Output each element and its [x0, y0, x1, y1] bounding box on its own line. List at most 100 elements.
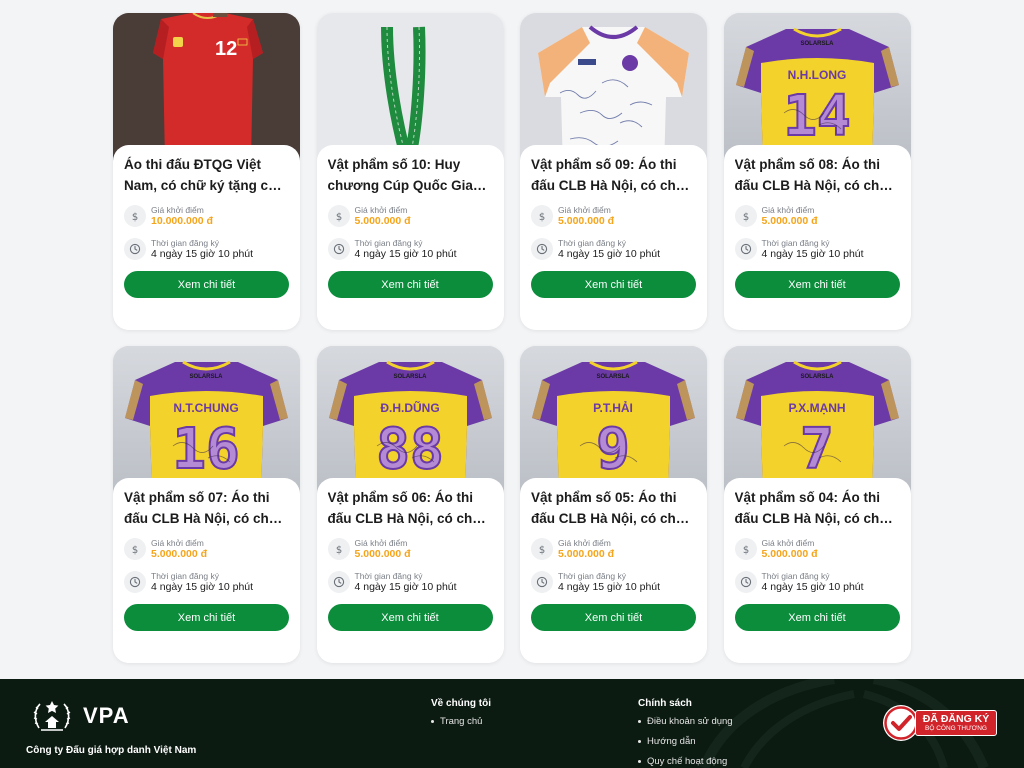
registration-time: 4 ngày 15 giờ 10 phút	[761, 580, 864, 593]
auction-card[interactable]: 12 Áo thi đấu ĐTQG Việt Nam, có chữ ký t…	[113, 13, 300, 330]
clock-icon	[531, 571, 553, 593]
time-label: Thời gian đăng ký	[761, 570, 830, 581]
svg-text:Đ.H.DŨNG: Đ.H.DŨNG	[380, 400, 439, 415]
card-body: Vật phẩm số 05: Áo thi đấu CLB Hà Nội, c…	[520, 478, 707, 663]
time-row: Thời gian đăng ký 4 ngày 15 giờ 10 phút	[124, 570, 289, 594]
dollar-icon: $	[734, 538, 757, 560]
price-row: $ Giá khởi điểm 5.000.000 đ	[531, 537, 696, 561]
clock-icon	[124, 238, 146, 260]
svg-text:$: $	[742, 545, 748, 555]
view-detail-button[interactable]: Xem chi tiết	[124, 604, 289, 631]
dollar-icon: $	[734, 205, 757, 227]
footer-link-regulations[interactable]: Quy chế hoạt động	[638, 756, 733, 768]
item-title[interactable]: Vật phẩm số 10: Huy chương Cúp Quốc Gia …	[328, 155, 493, 196]
starting-price: 5.000.000 đ	[761, 547, 818, 560]
vpa-emblem-icon	[33, 701, 71, 731]
card-body: Vật phẩm số 07: Áo thi đấu CLB Hà Nội, c…	[113, 478, 300, 663]
view-detail-button[interactable]: Xem chi tiết	[734, 271, 900, 298]
starting-price: 10.000.000 đ	[151, 214, 213, 227]
auction-card[interactable]: SOLARSLA Đ.H.DŨNG 88 Vật phẩm số 06: Áo …	[316, 346, 504, 663]
auction-card[interactable]: Vật phẩm số 10: Huy chương Cúp Quốc Gia …	[316, 13, 504, 330]
time-label: Thời gian đăng ký	[558, 237, 626, 248]
item-title[interactable]: Vật phẩm số 07: Áo thi đấu CLB Hà Nội, c…	[124, 488, 289, 529]
registration-time: 4 ngày 15 giờ 10 phút	[761, 247, 864, 260]
view-detail-button[interactable]: Xem chi tiết	[124, 271, 289, 298]
svg-text:SOLARSLA: SOLARSLA	[190, 374, 224, 380]
item-title[interactable]: Vật phẩm số 05: Áo thi đấu CLB Hà Nội, c…	[531, 488, 696, 529]
auction-card[interactable]: SOLARSLA N.T.CHUNG 16 Vật phẩm số 07: Áo…	[113, 346, 300, 663]
svg-text:SOLARSLA: SOLARSLA	[393, 374, 427, 380]
svg-text:$: $	[539, 212, 545, 222]
footer-link-home[interactable]: Trang chủ	[431, 716, 491, 730]
policy-column: Chính sách Điều khoản sử dụng Hướng dẫn …	[638, 698, 733, 768]
time-row: Thời gian đăng ký 4 ngày 15 giờ 10 phút	[327, 237, 493, 261]
registration-time: 4 ngày 15 giờ 10 phút	[354, 580, 457, 593]
svg-text:$: $	[335, 545, 341, 555]
view-detail-button[interactable]: Xem chi tiết	[531, 604, 696, 631]
svg-text:P.T.HẢI: P.T.HẢI	[593, 400, 633, 415]
footer-link-guide[interactable]: Hướng dẫn	[638, 736, 733, 750]
auction-card[interactable]: SOLARSLA N.H.LONG 14 Vật phẩm số 08: Áo …	[723, 13, 911, 330]
svg-text:SOLARSLA: SOLARSLA	[597, 374, 631, 380]
view-detail-button[interactable]: Xem chi tiết	[734, 604, 900, 631]
svg-text:12: 12	[215, 38, 237, 60]
time-row: Thời gian đăng ký 4 ngày 15 giờ 10 phút	[734, 237, 900, 261]
price-row: $ Giá khởi điểm 5.000.000 đ	[734, 537, 900, 561]
item-title[interactable]: Vật phẩm số 08: Áo thi đấu CLB Hà Nội, c…	[735, 155, 900, 196]
starting-price: 5.000.000 đ	[558, 547, 615, 560]
clock-icon	[327, 571, 350, 593]
price-label: Giá khởi điểm	[354, 537, 408, 548]
company-name: Công ty Đấu giá hợp danh Việt Nam	[26, 745, 197, 756]
logo-text: VPA	[83, 703, 130, 728]
registration-time: 4 ngày 15 giờ 10 phút	[354, 247, 457, 260]
view-detail-button[interactable]: Xem chi tiết	[531, 271, 696, 298]
auction-card[interactable]: Vật phẩm số 09: Áo thi đấu CLB Hà Nội, c…	[520, 13, 707, 330]
time-label: Thời gian đăng ký	[354, 570, 423, 581]
registered-badge[interactable]: ĐÃ ĐĂNG KÝ BỘ CÔNG THƯƠNG	[881, 703, 997, 743]
footer-link-terms[interactable]: Điều khoản sử dụng	[638, 716, 733, 730]
registration-time: 4 ngày 15 giờ 10 phút	[558, 580, 661, 593]
time-label: Thời gian đăng ký	[151, 570, 219, 581]
badge-subtitle: BỘ CÔNG THƯƠNG	[925, 725, 987, 732]
view-detail-button[interactable]: Xem chi tiết	[327, 604, 493, 631]
dollar-icon: $	[327, 205, 350, 227]
view-detail-button[interactable]: Xem chi tiết	[327, 271, 493, 298]
price-label: Giá khởi điểm	[151, 537, 204, 548]
price-label: Giá khởi điểm	[761, 204, 815, 215]
starting-price: 5.000.000 đ	[151, 547, 208, 560]
svg-text:SOLARSLA: SOLARSLA	[800, 374, 834, 380]
dollar-icon: $	[327, 538, 350, 560]
svg-text:$: $	[335, 212, 341, 222]
svg-text:$: $	[132, 212, 138, 222]
clock-icon	[734, 571, 757, 593]
item-title[interactable]: Vật phẩm số 04: Áo thi đấu CLB Hà Nội, c…	[735, 488, 900, 529]
price-label: Giá khởi điểm	[558, 204, 611, 215]
svg-text:88: 88	[376, 417, 443, 482]
auction-card[interactable]: SOLARSLA P.T.HẢI 9 Vật phẩm số 05: Áo th…	[520, 346, 707, 663]
registration-time: 4 ngày 15 giờ 10 phút	[558, 247, 661, 260]
time-row: Thời gian đăng ký 4 ngày 15 giờ 10 phút	[531, 237, 696, 261]
dollar-icon: $	[124, 538, 146, 560]
price-label: Giá khởi điểm	[761, 537, 815, 548]
item-title[interactable]: Áo thi đấu ĐTQG Việt Nam, có chữ ký tặng…	[124, 155, 289, 196]
clock-icon	[531, 238, 553, 260]
card-body: Vật phẩm số 09: Áo thi đấu CLB Hà Nội, c…	[520, 145, 707, 330]
price-row: $ Giá khởi điểm 5.000.000 đ	[734, 204, 900, 228]
auction-card[interactable]: SOLARSLA P.X.MẠNH 7 Vật phẩm số 04: Áo t…	[723, 346, 911, 663]
time-label: Thời gian đăng ký	[151, 237, 219, 248]
dollar-icon: $	[124, 205, 146, 227]
about-column: Về chúng tôi Trang chủ	[431, 698, 491, 736]
starting-price: 5.000.000 đ	[761, 214, 818, 227]
time-label: Thời gian đăng ký	[354, 237, 423, 248]
card-body: Vật phẩm số 10: Huy chương Cúp Quốc Gia …	[316, 145, 504, 330]
item-title[interactable]: Vật phẩm số 09: Áo thi đấu CLB Hà Nội, c…	[531, 155, 696, 196]
card-body: Vật phẩm số 06: Áo thi đấu CLB Hà Nội, c…	[316, 478, 504, 663]
price-label: Giá khởi điểm	[151, 204, 204, 215]
time-label: Thời gian đăng ký	[558, 570, 626, 581]
item-title[interactable]: Vật phẩm số 06: Áo thi đấu CLB Hà Nội, c…	[328, 488, 493, 529]
card-body: Vật phẩm số 04: Áo thi đấu CLB Hà Nội, c…	[723, 478, 911, 663]
card-body: Vật phẩm số 08: Áo thi đấu CLB Hà Nội, c…	[723, 145, 911, 330]
vpa-logo[interactable]: VPA	[31, 698, 130, 734]
badge-title: ĐÃ ĐĂNG KÝ	[922, 713, 990, 725]
svg-text:P.X.MẠNH: P.X.MẠNH	[788, 401, 845, 415]
